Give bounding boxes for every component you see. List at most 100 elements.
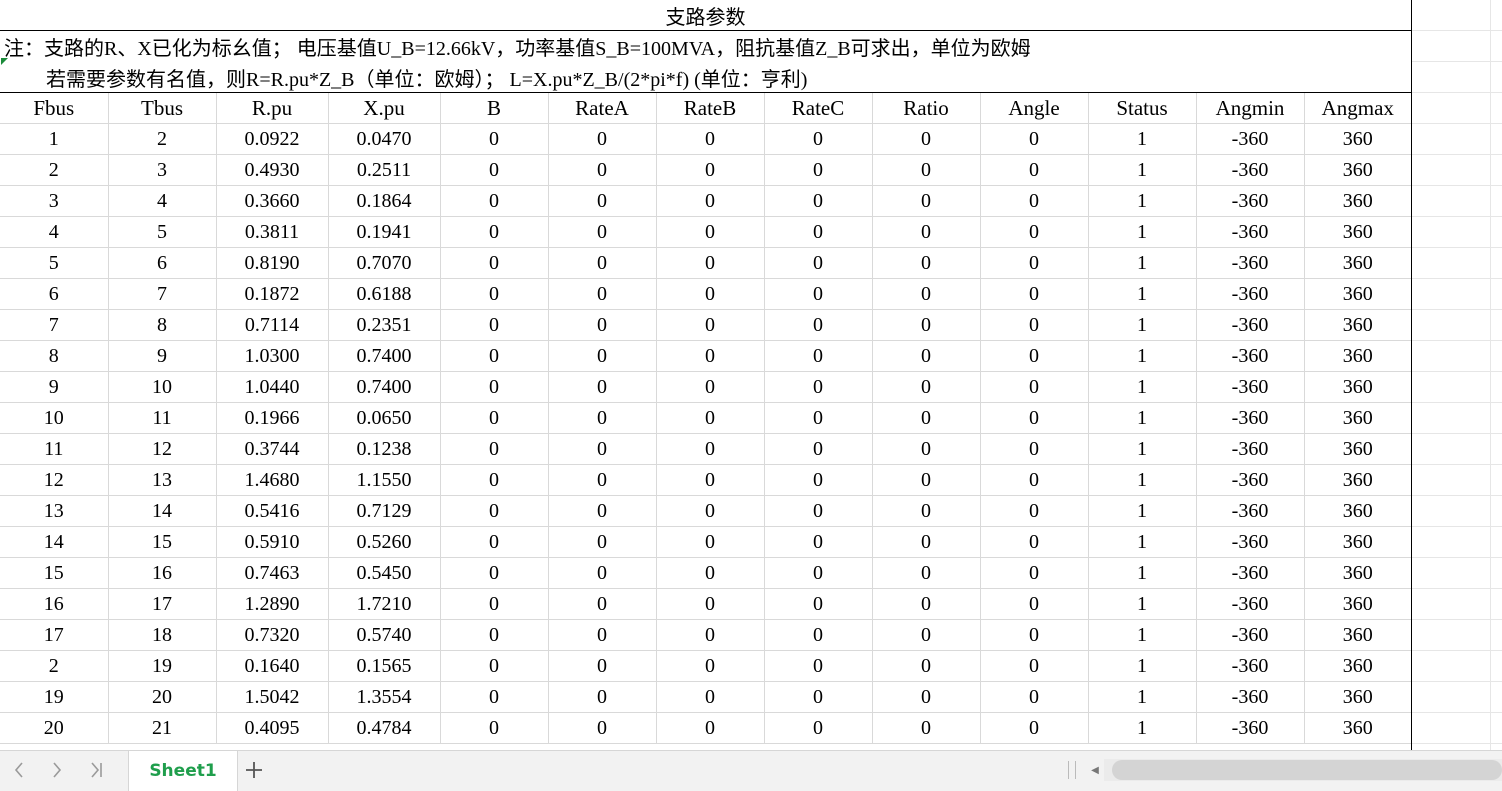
table-cell[interactable]: 0 [656, 185, 765, 217]
table-cell[interactable]: 0.4784 [328, 712, 441, 744]
table-cell[interactable]: 1 [1088, 402, 1197, 434]
table-cell[interactable]: 0.4930 [216, 154, 329, 186]
table-cell[interactable]: 0 [440, 681, 549, 713]
table-cell[interactable]: 0.7114 [216, 309, 329, 341]
table-cell[interactable]: 8 [108, 309, 217, 341]
table-cell[interactable]: 1 [1088, 185, 1197, 217]
table-cell[interactable]: -360 [1196, 650, 1305, 682]
table-cell[interactable]: 1.5042 [216, 681, 329, 713]
table-cell[interactable]: 0 [548, 681, 657, 713]
table-cell[interactable]: 0.1565 [328, 650, 441, 682]
table-cell[interactable]: 0.7070 [328, 247, 441, 279]
chevron-right-icon[interactable] [42, 755, 72, 785]
table-cell[interactable]: 0 [548, 588, 657, 620]
table-cell[interactable]: 0 [764, 340, 873, 372]
table-cell[interactable]: 0 [872, 526, 981, 558]
table-cell[interactable]: 0.5450 [328, 557, 441, 589]
table-cell[interactable]: 0.3744 [216, 433, 329, 465]
table-cell[interactable]: 0 [440, 557, 549, 589]
table-cell[interactable]: 0 [548, 340, 657, 372]
column-header[interactable]: Status [1088, 93, 1197, 124]
table-cell[interactable]: 0 [440, 402, 549, 434]
table-cell[interactable]: 0.5740 [328, 619, 441, 651]
column-header[interactable]: X.pu [328, 93, 441, 124]
table-cell[interactable]: 1 [0, 123, 109, 155]
table-cell[interactable]: -360 [1196, 371, 1305, 403]
table-cell[interactable]: 0 [764, 216, 873, 248]
table-cell[interactable]: 0 [656, 278, 765, 310]
table-cell[interactable]: -360 [1196, 247, 1305, 279]
table-cell[interactable]: 0 [980, 557, 1089, 589]
table-cell[interactable]: -360 [1196, 216, 1305, 248]
table-cell[interactable]: 0 [440, 619, 549, 651]
table-cell[interactable]: 0 [440, 495, 549, 527]
table-cell[interactable]: 0 [872, 185, 981, 217]
table-cell[interactable]: 0 [656, 371, 765, 403]
table-cell[interactable]: 1.3554 [328, 681, 441, 713]
empty-columns[interactable] [1412, 0, 1502, 750]
table-cell[interactable]: 0 [764, 433, 873, 465]
table-cell[interactable]: 0 [872, 464, 981, 496]
table-cell[interactable]: -360 [1196, 433, 1305, 465]
table-cell[interactable]: 0 [656, 588, 765, 620]
table-cell[interactable]: 0 [980, 185, 1089, 217]
table-cell[interactable]: 0 [440, 464, 549, 496]
column-header[interactable]: RateA [548, 93, 657, 124]
table-cell[interactable]: 0 [764, 619, 873, 651]
table-cell[interactable]: 0 [764, 650, 873, 682]
sheet-title[interactable]: 支路参数 [0, 0, 1411, 31]
table-cell[interactable]: 1 [1088, 557, 1197, 589]
table-cell[interactable]: 0.1640 [216, 650, 329, 682]
table-cell[interactable]: 0 [764, 154, 873, 186]
table-cell[interactable]: 13 [0, 495, 109, 527]
table-cell[interactable]: 0 [440, 185, 549, 217]
table-cell[interactable]: 19 [108, 650, 217, 682]
table-cell[interactable]: 0.1864 [328, 185, 441, 217]
table-cell[interactable]: 1 [1088, 650, 1197, 682]
table-cell[interactable]: 0.7400 [328, 340, 441, 372]
table-cell[interactable]: 19 [0, 681, 109, 713]
table-cell[interactable]: 0.6188 [328, 278, 441, 310]
table-cell[interactable]: 360 [1304, 154, 1411, 186]
table-cell[interactable]: 0 [872, 371, 981, 403]
table-cell[interactable]: 0 [764, 464, 873, 496]
table-cell[interactable]: 1 [1088, 526, 1197, 558]
table-cell[interactable]: -360 [1196, 557, 1305, 589]
table-cell[interactable]: 0 [764, 123, 873, 155]
table-cell[interactable]: 0 [764, 588, 873, 620]
table-cell[interactable]: 0 [548, 123, 657, 155]
table-cell[interactable]: 1.0440 [216, 371, 329, 403]
table-cell[interactable]: 17 [108, 588, 217, 620]
table-cell[interactable]: 0 [980, 495, 1089, 527]
table-cell[interactable]: 0 [764, 402, 873, 434]
table-cell[interactable]: 0.7320 [216, 619, 329, 651]
scroll-left-icon[interactable]: ◀ [1086, 759, 1104, 781]
table-cell[interactable]: 360 [1304, 495, 1411, 527]
table-cell[interactable]: 0.7463 [216, 557, 329, 589]
table-cell[interactable]: 18 [108, 619, 217, 651]
table-cell[interactable]: 1 [1088, 495, 1197, 527]
table-cell[interactable]: 1 [1088, 278, 1197, 310]
column-header[interactable]: R.pu [216, 93, 329, 124]
table-cell[interactable]: 12 [108, 433, 217, 465]
table-cell[interactable]: 1 [1088, 619, 1197, 651]
column-header[interactable]: Angle [980, 93, 1089, 124]
column-header[interactable]: Ratio [872, 93, 981, 124]
table-cell[interactable]: 0 [656, 433, 765, 465]
table-cell[interactable]: 0 [872, 123, 981, 155]
table-cell[interactable]: -360 [1196, 278, 1305, 310]
table-cell[interactable]: 0 [872, 619, 981, 651]
horizontal-scrollbar-thumb[interactable] [1112, 760, 1502, 780]
table-cell[interactable]: 0.0650 [328, 402, 441, 434]
table-cell[interactable]: 21 [108, 712, 217, 744]
table-cell[interactable]: 12 [0, 464, 109, 496]
table-cell[interactable]: 0 [440, 154, 549, 186]
table-cell[interactable]: 0 [548, 247, 657, 279]
table-cell[interactable]: 1.0300 [216, 340, 329, 372]
table-cell[interactable]: 6 [0, 278, 109, 310]
table-cell[interactable]: 0 [764, 712, 873, 744]
scrollbar-splitter[interactable] [1068, 761, 1076, 779]
table-cell[interactable]: 0 [548, 650, 657, 682]
spreadsheet-grid[interactable]: 支路参数 注：支路的R、X已化为标幺值； 电压基值U_B=12.66kV，功率基… [0, 0, 1502, 750]
table-cell[interactable]: 0 [656, 216, 765, 248]
